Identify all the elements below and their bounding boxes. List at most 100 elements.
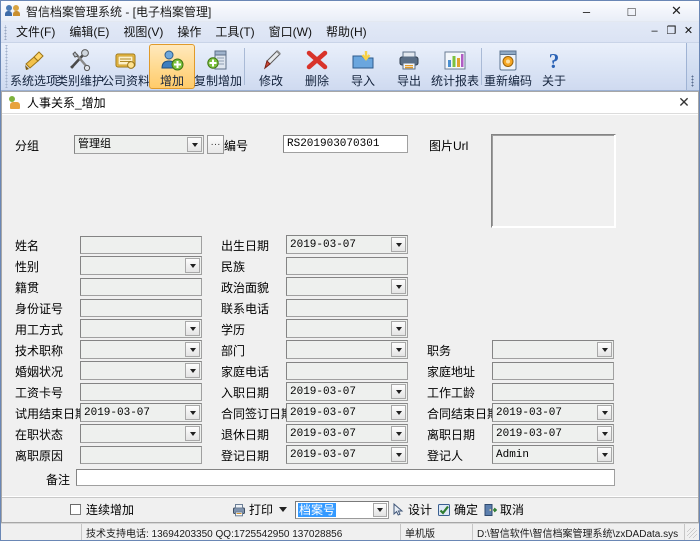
hire-date-combo[interactable]: 2019-03-07 [286, 382, 408, 401]
chevron-down-icon[interactable] [391, 426, 406, 441]
chevron-down-icon[interactable] [185, 426, 200, 441]
window-title: 智信档案管理系统 - [电子档案管理] [26, 4, 212, 19]
toolbar-grip-handle[interactable] [3, 45, 10, 88]
education-combo[interactable] [286, 319, 408, 338]
chevron-down-icon[interactable] [597, 447, 612, 462]
close-button[interactable]: ✕ [654, 1, 699, 22]
contract-end-date-combo[interactable]: 2019-03-07 [492, 403, 614, 422]
mdi-restore-button[interactable]: ❐ [664, 24, 679, 39]
toolbar-button-add[interactable]: 增加 [149, 44, 195, 89]
toolbar-overflow-button[interactable] [686, 43, 699, 90]
maximize-button[interactable]: □ [609, 1, 654, 22]
resignation-reason-input[interactable] [80, 446, 202, 464]
birth-date-combo[interactable]: 2019-03-07 [286, 235, 408, 254]
menu-item-help[interactable]: 帮助(H) [319, 23, 374, 42]
toolbar-button-copy-add[interactable]: 复制增加 [194, 44, 242, 89]
remark-input[interactable] [76, 469, 615, 486]
toolbar-button-about[interactable]: ? 关于 [531, 44, 577, 89]
tools-icon [67, 48, 93, 73]
registrar-combo[interactable]: Admin [492, 445, 614, 464]
ethnicity-input[interactable] [286, 257, 408, 275]
toolbar-button-statistics-report[interactable]: 统计报表 [431, 44, 479, 89]
marital-status-combo[interactable] [80, 361, 202, 380]
child-form-title: 人事关系_增加 [27, 96, 106, 110]
mdi-close-button[interactable]: ✕ [681, 24, 696, 39]
retirement-date-value: 2019-03-07 [290, 428, 357, 440]
chevron-down-icon[interactable] [391, 237, 406, 252]
group-picker-button[interactable]: ··· [207, 135, 224, 154]
chevron-down-icon[interactable] [185, 321, 200, 336]
label-employment-status: 在职状态 [15, 428, 64, 442]
continuous-add-checkbox[interactable] [70, 504, 81, 515]
chevron-down-icon[interactable] [185, 342, 200, 357]
position-combo[interactable] [492, 340, 614, 359]
name-input[interactable] [80, 236, 202, 254]
resize-grip-icon[interactable] [685, 524, 699, 540]
register-date-combo[interactable]: 2019-03-07 [286, 445, 408, 464]
contract-end-date-value: 2019-03-07 [496, 407, 563, 419]
chevron-down-icon[interactable] [373, 502, 387, 517]
chevron-down-icon[interactable] [391, 321, 406, 336]
mdi-minimize-button[interactable]: – [647, 24, 662, 39]
label-department: 部门 [221, 344, 246, 358]
toolbar-button-recode[interactable]: 重新编码 [484, 44, 532, 89]
home-address-input[interactable] [492, 362, 614, 380]
toolbar-button-category-maintenance[interactable]: 类别维护 [56, 44, 104, 89]
toolbar-button-company-info[interactable]: 公司资料 [102, 44, 150, 89]
chevron-down-icon[interactable] [597, 342, 612, 357]
print-template-combo[interactable]: 档案号 [295, 500, 389, 519]
menu-item-window[interactable]: 窗口(W) [262, 23, 319, 42]
retirement-date-combo[interactable]: 2019-03-07 [286, 424, 408, 443]
resignation-date-combo[interactable]: 2019-03-07 [492, 424, 614, 443]
toolbar-button-system-options[interactable]: 系统选项 [10, 44, 58, 89]
contact-phone-input[interactable] [286, 299, 408, 317]
department-combo[interactable] [286, 340, 408, 359]
toolbar-button-delete[interactable]: 删除 [294, 44, 340, 89]
menu-item-view[interactable]: 视图(V) [116, 23, 170, 42]
technical-title-combo[interactable] [80, 340, 202, 359]
native-place-input[interactable] [80, 278, 202, 296]
toolbar-button-export[interactable]: 导出 [386, 44, 432, 89]
chevron-down-icon[interactable] [185, 405, 200, 420]
group-combo[interactable]: 管理组 [74, 135, 204, 154]
number-input[interactable]: RS201903070301 [283, 135, 408, 153]
chevron-down-icon[interactable] [391, 405, 406, 420]
toolbar-button-modify[interactable]: 修改 [248, 44, 294, 89]
cancel-button[interactable]: 取消 [483, 501, 524, 518]
continuous-add-checkbox-wrap[interactable]: 连续增加 [70, 501, 134, 518]
gender-combo[interactable] [80, 256, 202, 275]
chevron-down-icon[interactable] [391, 342, 406, 357]
employment-type-combo[interactable] [80, 319, 202, 338]
label-number: 编号 [224, 139, 249, 153]
chevron-down-icon[interactable] [279, 507, 288, 512]
picture-preview-box[interactable] [491, 134, 616, 228]
menu-item-file[interactable]: 文件(F) [9, 23, 62, 42]
menu-item-edit[interactable]: 编辑(E) [62, 23, 116, 42]
print-button[interactable]: 打印 [232, 501, 288, 518]
minimize-button[interactable]: – [564, 1, 609, 22]
salary-card-no-input[interactable] [80, 383, 202, 401]
political-status-combo[interactable] [286, 277, 408, 296]
menu-item-tools[interactable]: 工具(T) [208, 23, 261, 42]
toolbar-button-import[interactable]: 导入 [340, 44, 386, 89]
chevron-down-icon[interactable] [185, 363, 200, 378]
probation-end-date-combo[interactable]: 2019-03-07 [80, 403, 202, 422]
child-form-close-button[interactable]: ✕ [670, 92, 698, 113]
chevron-down-icon[interactable] [597, 426, 612, 441]
employment-status-combo[interactable] [80, 424, 202, 443]
chevron-down-icon[interactable] [187, 137, 202, 152]
chevron-down-icon[interactable] [391, 447, 406, 462]
chevron-down-icon[interactable] [391, 384, 406, 399]
chevron-down-icon[interactable] [391, 279, 406, 294]
status-bar: 技术支持电话: 13694203350 QQ:1725542950 137028… [1, 523, 699, 540]
label-retirement-date: 退休日期 [221, 428, 270, 442]
chevron-down-icon[interactable] [597, 405, 612, 420]
menu-item-operate[interactable]: 操作 [170, 23, 208, 42]
label-gender: 性别 [15, 260, 40, 274]
ok-button[interactable]: 确定 [437, 501, 478, 518]
work-seniority-input[interactable] [492, 383, 614, 401]
home-phone-input[interactable] [286, 362, 408, 380]
chevron-down-icon[interactable] [185, 258, 200, 273]
id-number-input[interactable] [80, 299, 202, 317]
contract-sign-date-combo[interactable]: 2019-03-07 [286, 403, 408, 422]
